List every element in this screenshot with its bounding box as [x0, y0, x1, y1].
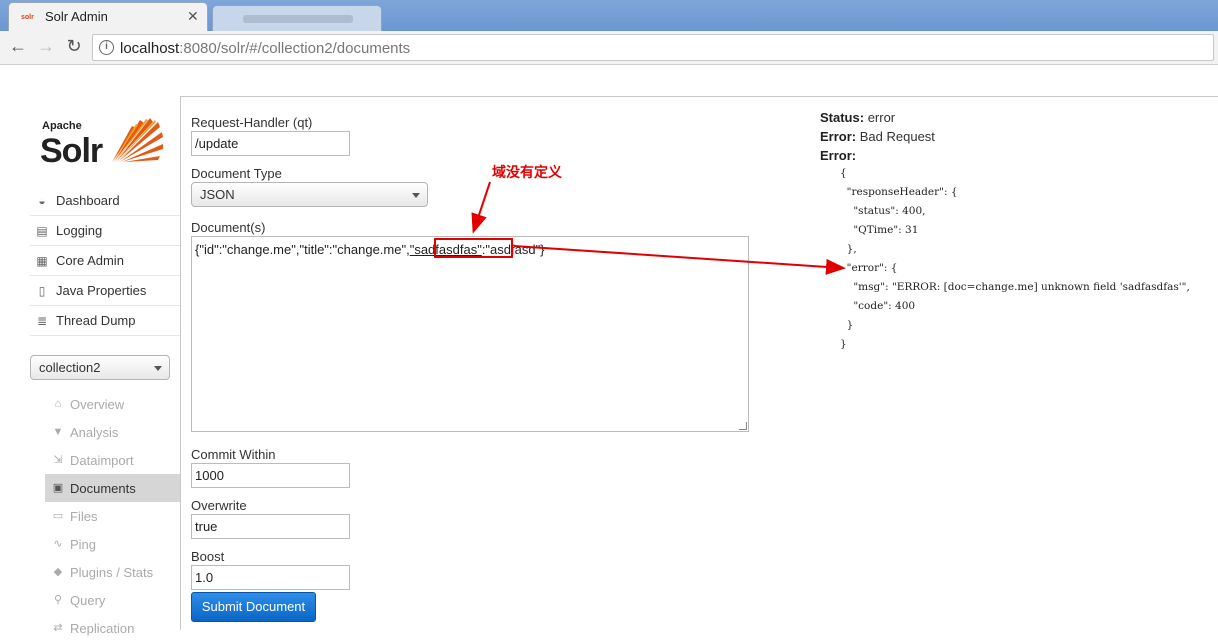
- error-key: Error:: [820, 129, 857, 144]
- error-value: Bad Request: [859, 129, 935, 144]
- response-status: Status: error: [820, 110, 895, 125]
- response-json: { "responseHeader": { "status": 400, "QT…: [840, 167, 1190, 350]
- status-value: error: [867, 110, 896, 125]
- status-key: Status:: [820, 110, 865, 125]
- annotation-arrow-right: [513, 245, 846, 275]
- response-error-detail: Error:: [820, 148, 856, 163]
- annotation-arrow-down: [471, 181, 491, 234]
- response-error: Error: Bad Request: [820, 129, 935, 144]
- error-detail-key: Error:: [820, 148, 857, 163]
